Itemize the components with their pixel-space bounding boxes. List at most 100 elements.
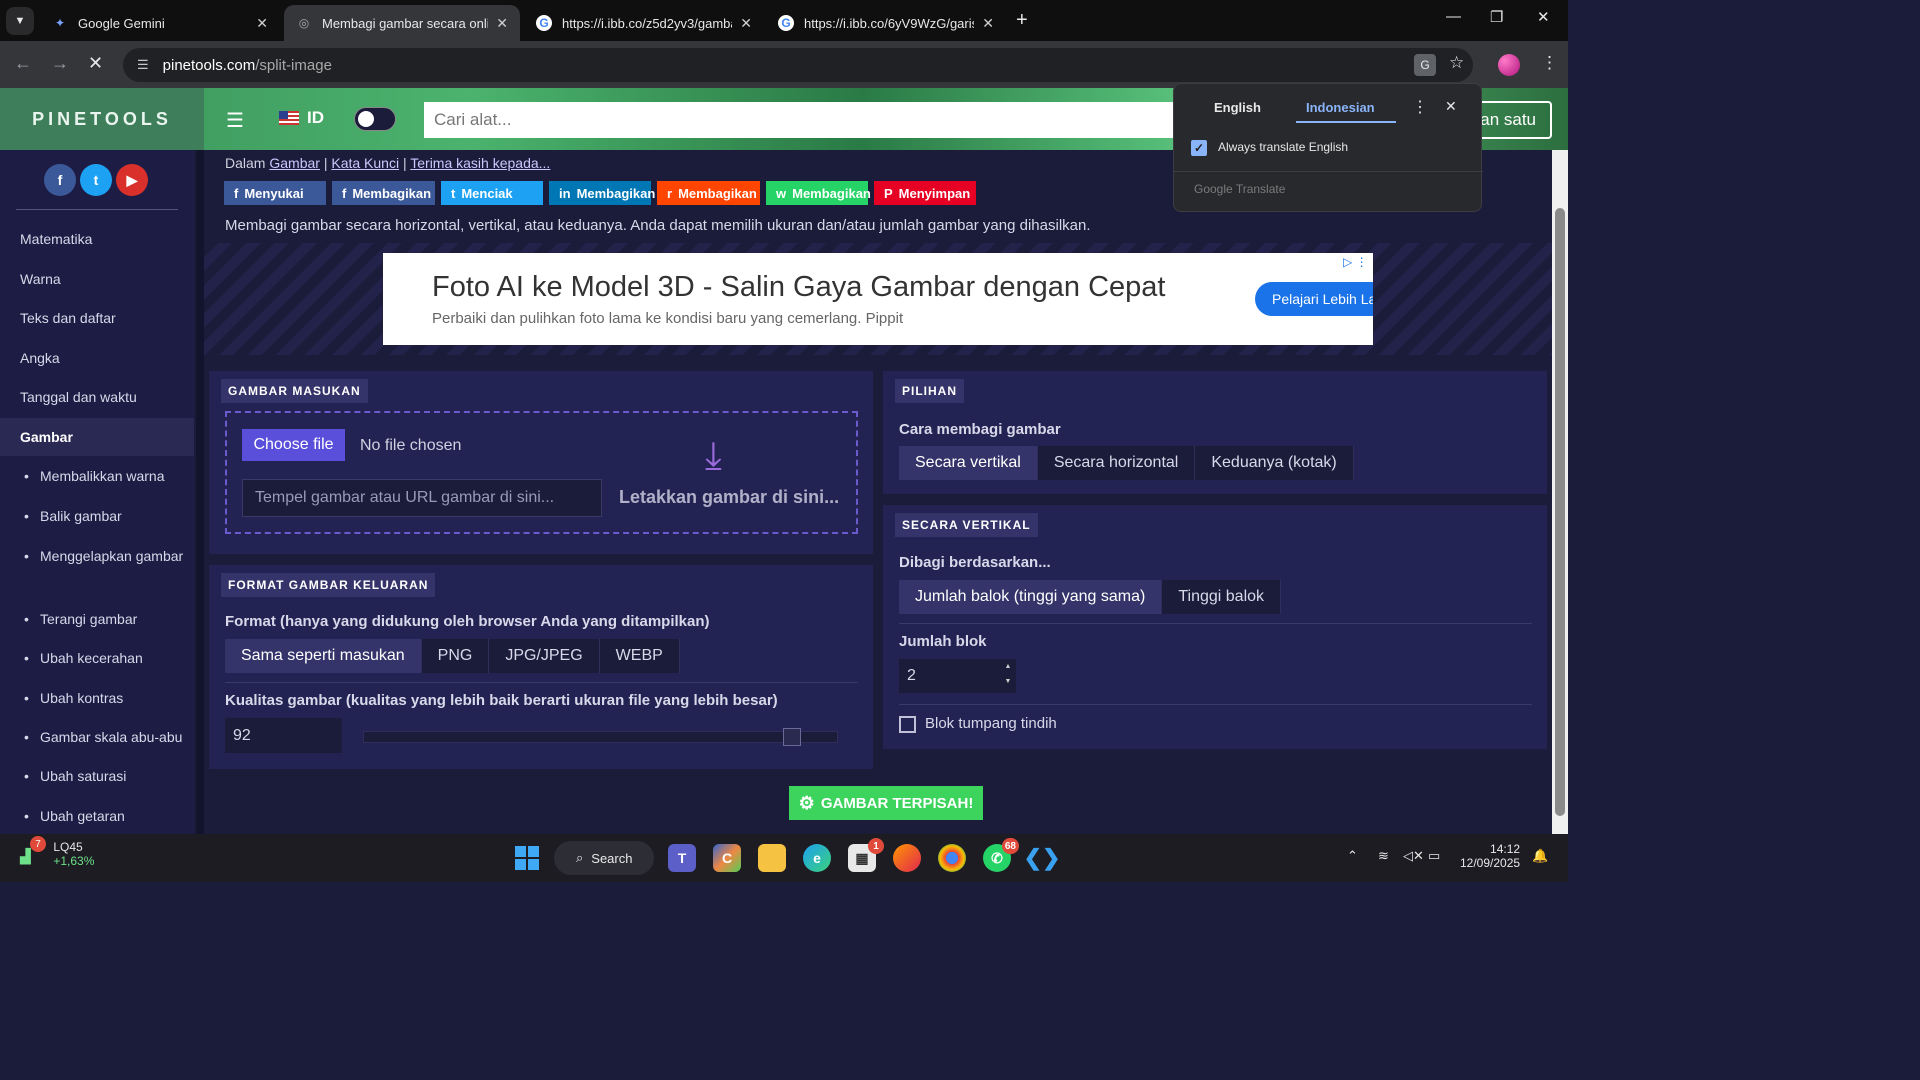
dark-mode-toggle[interactable] — [354, 107, 396, 131]
format-option-same[interactable]: Sama seperti masukan — [225, 639, 422, 673]
hamburger-menu-icon[interactable]: ☰ — [226, 108, 244, 133]
sidebar-item-angka[interactable]: Angka — [0, 339, 194, 377]
tool-search-input[interactable]: Cari alat... — [424, 102, 1184, 138]
address-bar[interactable]: ☰ pinetools.com/split-image — [123, 48, 1473, 82]
share-facebook-button[interactable]: f Membagikan — [332, 181, 435, 205]
sidebar-subitem[interactable]: • Ubah kontras — [24, 687, 189, 710]
ad-choices-icon[interactable]: ▷ ⋮ — [1343, 255, 1368, 269]
share-facebook-like-button[interactable]: f Menyukai — [224, 181, 326, 205]
split-option-horizontal[interactable]: Secara horizontal — [1038, 446, 1196, 480]
stock-widget[interactable]: ▟ 7 LQ45 +1,63% — [20, 836, 94, 868]
firefox-icon[interactable] — [893, 844, 921, 872]
drop-zone[interactable]: Choose file No file chosen Tempel gambar… — [225, 411, 858, 534]
ad-cta-button[interactable]: Pelajari Lebih La — [1255, 282, 1373, 316]
spin-down-icon[interactable]: ▼ — [1002, 678, 1014, 685]
stop-icon[interactable]: ✕ — [88, 53, 103, 74]
site-logo[interactable]: PINETOOLS — [0, 88, 204, 150]
choose-file-button[interactable]: Choose file — [242, 429, 345, 461]
sidebar-scrollbar[interactable] — [196, 150, 204, 834]
sidebar-subitem[interactable]: • Ubah saturasi — [24, 765, 189, 788]
format-option-jpg[interactable]: JPG/JPEG — [489, 639, 600, 673]
sidebar-subitem[interactable]: • Menggelapkan gambar — [24, 545, 189, 568]
restore-icon[interactable]: ❐ — [1490, 8, 1503, 26]
breadcrumb-link-gambar[interactable]: Gambar — [269, 155, 320, 171]
bookmark-star-icon[interactable]: ☆ — [1449, 53, 1464, 73]
clock[interactable]: 14:12 12/09/2025 — [1460, 842, 1520, 870]
youtube-icon[interactable]: ▶ — [116, 164, 148, 196]
ad-banner[interactable]: Foto AI ke Model 3D - Salin Gaya Gambar … — [383, 253, 1373, 345]
taskbar-search[interactable]: ⌕ Search — [554, 841, 654, 875]
scrollbar-thumb[interactable] — [1555, 208, 1565, 816]
sidebar-subitem[interactable]: • Ubah kecerahan — [24, 647, 189, 670]
page-scrollbar[interactable] — [1552, 150, 1568, 834]
format-option-webp[interactable]: WEBP — [600, 639, 680, 673]
sidebar-subitem[interactable]: • Ubah getaran — [24, 805, 189, 828]
share-linkedin-button[interactable]: in Membagikan — [549, 181, 655, 205]
split-by-count-option[interactable]: Jumlah balok (tinggi yang sama) — [899, 580, 1163, 614]
sidebar-subitem[interactable]: • Gambar skala abu-abu — [24, 726, 189, 749]
teams-icon[interactable]: T — [668, 844, 696, 872]
sidebar-item-teks[interactable]: Teks dan daftar — [0, 299, 194, 337]
translate-icon[interactable]: G — [1414, 54, 1436, 76]
split-option-grid[interactable]: Keduanya (kotak) — [1195, 446, 1354, 480]
share-reddit-button[interactable]: r Membagikan — [657, 181, 760, 205]
tab-ibb-1[interactable]: G https://i.ibb.co/z5d2yv3/gamba ✕ — [524, 5, 764, 41]
translate-tab-indonesian[interactable]: Indonesian — [1306, 100, 1375, 115]
always-translate-checkbox[interactable]: ✓ — [1191, 140, 1207, 156]
format-option-png[interactable]: PNG — [422, 639, 490, 673]
overlap-checkbox[interactable] — [899, 716, 916, 733]
language-code[interactable]: ID — [307, 108, 324, 128]
chevron-up-icon[interactable]: ⌃ — [1347, 848, 1358, 864]
back-icon[interactable]: ← — [14, 53, 32, 74]
sidebar-subitem[interactable]: • Balik gambar — [24, 505, 189, 528]
sidebar-subitem[interactable]: • Membalikkan warna — [24, 465, 189, 488]
more-options-icon[interactable]: ⋮ — [1412, 97, 1428, 117]
split-image-button[interactable]: ⚙ GAMBAR TERPISAH! — [789, 786, 983, 820]
new-tab-icon[interactable]: + — [1016, 9, 1028, 32]
minimize-icon[interactable]: — — [1446, 8, 1461, 25]
sidebar-item-matematika[interactable]: Matematika — [0, 220, 194, 258]
us-flag-icon[interactable] — [279, 111, 299, 125]
vscode-icon[interactable]: ❮❯ — [1024, 844, 1061, 872]
whatsapp-icon[interactable]: ✆ 68 — [983, 838, 1019, 872]
split-option-vertical[interactable]: Secara vertikal — [899, 446, 1038, 480]
edge-icon[interactable]: e — [803, 844, 831, 872]
translate-tab-english[interactable]: English — [1214, 100, 1261, 115]
twitter-icon[interactable]: t — [80, 164, 112, 196]
slider-thumb[interactable] — [783, 728, 801, 746]
close-icon[interactable]: ✕ — [740, 15, 752, 32]
copilot-icon[interactable]: C — [713, 844, 741, 872]
facebook-icon[interactable]: f — [44, 164, 76, 196]
battery-icon[interactable]: ▭ — [1428, 848, 1440, 864]
sidebar-item-warna[interactable]: Warna — [0, 260, 194, 298]
close-icon[interactable]: ✕ — [256, 15, 268, 32]
tab-split-image[interactable]: ◎ Membagi gambar secara online ✕ — [284, 5, 520, 41]
sidebar-item-gambar[interactable]: Gambar — [0, 418, 194, 456]
share-whatsapp-button[interactable]: w Membagikan — [766, 181, 871, 205]
tab-google-gemini[interactable]: ✦ Google Gemini ✕ — [40, 5, 280, 41]
more-menu-icon[interactable]: ⋮ — [1541, 53, 1558, 73]
quality-input[interactable]: 92 — [225, 718, 342, 753]
share-pinterest-button[interactable]: P Menyimpan — [874, 181, 976, 205]
close-icon[interactable]: ✕ — [496, 15, 508, 32]
sidebar-subitem[interactable]: • Terangi gambar — [24, 608, 189, 631]
windows-start-icon[interactable] — [513, 844, 541, 872]
split-by-height-option[interactable]: Tinggi balok — [1162, 580, 1282, 614]
chrome-icon[interactable] — [938, 844, 966, 872]
share-twitter-button[interactable]: t Menciak — [441, 181, 543, 205]
notification-bell-icon[interactable]: 🔔 — [1532, 848, 1548, 864]
wifi-icon[interactable]: ≋ — [1378, 848, 1389, 864]
sidebar-item-tanggal[interactable]: Tanggal dan waktu — [0, 378, 194, 416]
image-url-input[interactable]: Tempel gambar atau URL gambar di sini... — [242, 479, 602, 517]
tab-search-menu-icon[interactable]: ▼ — [6, 7, 34, 35]
close-window-icon[interactable]: ✕ — [1537, 8, 1550, 26]
spin-up-icon[interactable]: ▲ — [1002, 663, 1014, 670]
tab-ibb-2[interactable]: G https://i.ibb.co/6yV9WzG/garis- ✕ — [766, 5, 1006, 41]
breadcrumb-link-terima-kasih[interactable]: Terima kasih kepada... — [410, 155, 550, 171]
close-icon[interactable]: ✕ — [982, 15, 994, 32]
store-icon[interactable]: ▦ 1 — [848, 838, 884, 872]
site-info-icon[interactable]: ☰ — [137, 57, 149, 73]
volume-muted-icon[interactable]: ◁✕ — [1403, 848, 1424, 864]
profile-avatar[interactable] — [1498, 54, 1520, 76]
block-count-input[interactable]: 2 ▲ ▼ — [899, 659, 1016, 693]
